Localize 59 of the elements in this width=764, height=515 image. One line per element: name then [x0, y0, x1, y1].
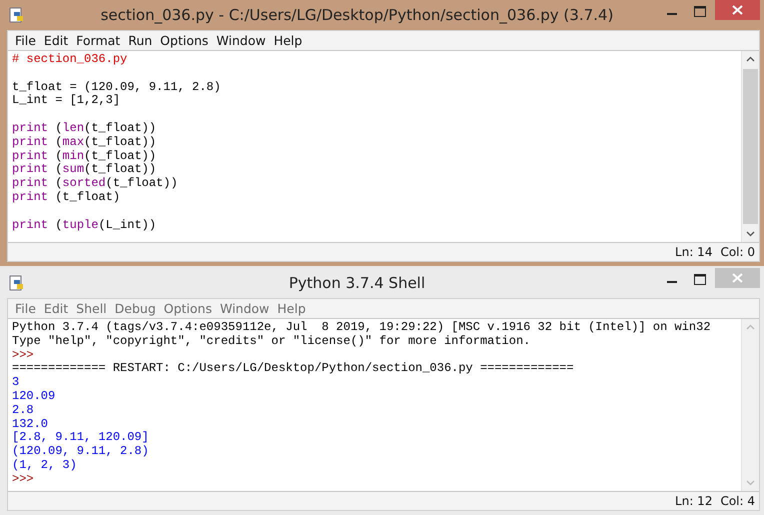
line-number: Ln: 12: [675, 494, 712, 508]
code-text: (t_float)): [84, 120, 156, 135]
column-number: Col: 0: [720, 245, 755, 259]
python-file-icon: [9, 275, 25, 291]
builtin-name: sum: [62, 162, 84, 176]
builtin-name: print: [12, 218, 48, 232]
code-text: (t_float)): [106, 176, 178, 190]
menu-item[interactable]: Edit: [40, 33, 72, 48]
menu-item[interactable]: File: [11, 33, 40, 48]
output-text: 2.8: [12, 402, 34, 417]
code-text: Type "help", "copyright", "credits" or "license()" for more information.: [12, 334, 530, 348]
shell-prompt: >>>: [12, 472, 34, 486]
builtin-name: min: [62, 148, 84, 163]
code-text: (: [54, 134, 62, 149]
builtin-name: print: [12, 162, 48, 176]
code-text: (: [54, 218, 62, 232]
shell-prompt: >>>: [12, 348, 34, 362]
menu-item[interactable]: Options: [156, 33, 212, 48]
builtin-name: tuple: [62, 218, 98, 232]
code-text: (: [54, 162, 62, 176]
code-text: (: [54, 148, 62, 163]
window-title: Python 3.7.4 Shell: [288, 274, 426, 292]
builtin-name: print: [12, 148, 48, 163]
output-text: 3: [12, 375, 20, 390]
builtin-name: print: [12, 120, 48, 135]
code-comment: # section_036.py: [12, 52, 128, 66]
line-number: Ln: 14: [675, 245, 712, 259]
output-text: 132.0: [12, 416, 48, 431]
python-file-icon: [9, 7, 25, 23]
code-text: (L_int)): [98, 218, 156, 232]
vertical-scrollbar[interactable]: [741, 51, 759, 242]
column-number: Col: 4: [720, 494, 755, 508]
builtin-name: print: [12, 176, 48, 190]
code-text: Python 3.7.4 (tags/v3.7.4:e09359112e, Jul 8 2019, 19:29:22) [MSC v.1916 32 bit (Intel)] on win32: [12, 320, 711, 334]
code-text: (t_float)): [84, 148, 156, 163]
menu-item[interactable]: Window: [212, 33, 270, 48]
output-text: [2.8, 9.11, 120.09]: [12, 430, 149, 444]
output-text: (1, 2, 3): [12, 458, 77, 472]
builtin-name: len: [62, 120, 84, 135]
code-text: t_float = (120.09, 9.11, 2.8): [12, 80, 221, 94]
menu-item[interactable]: Help: [270, 33, 306, 48]
menu-item[interactable]: Format: [72, 33, 124, 48]
code-text: (: [54, 120, 62, 135]
builtin-name: print: [12, 190, 48, 204]
output-text: (120.09, 9.11, 2.8): [12, 444, 149, 458]
code-text: (: [54, 176, 62, 190]
code-text: ============= RESTART: C:/Users/LG/Desktop/Python/section_036.py =============: [12, 361, 574, 376]
output-text: 120.09: [12, 388, 56, 403]
window-title: section_036.py - C:/Users/LG/Desktop/Python/section_036.py (3.7.4): [100, 6, 614, 24]
menu-item[interactable]: Run: [124, 33, 156, 48]
close-button[interactable]: [715, 0, 760, 20]
builtin-name: max: [62, 134, 84, 149]
builtin-name: sorted: [62, 176, 106, 190]
code-text: (t_float)): [84, 134, 156, 149]
scroll-thumb[interactable]: [743, 69, 758, 224]
builtin-name: print: [12, 134, 48, 149]
code-text: (t_float): [54, 190, 120, 204]
code-text: (t_float)): [84, 162, 156, 176]
code-text: L_int = [1,2,3]: [12, 93, 120, 108]
